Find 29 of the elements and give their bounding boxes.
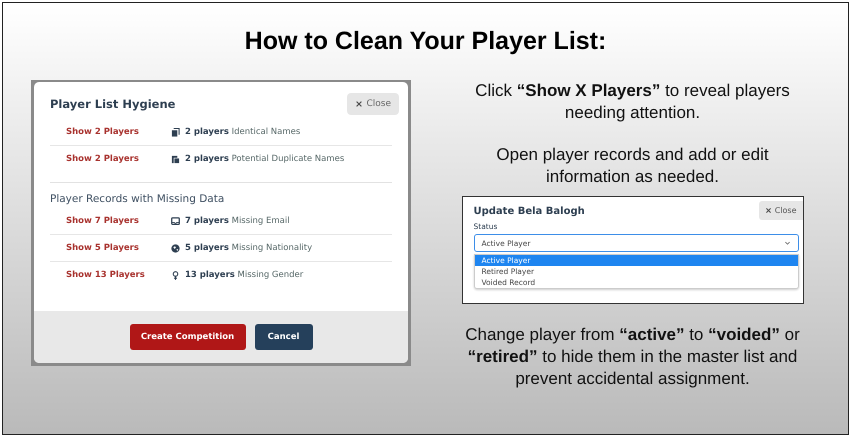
create-button[interactable]: Create Competition — [130, 324, 246, 350]
issue-description: 5 players Missing Nationality — [185, 243, 312, 253]
close-icon — [764, 207, 772, 214]
instruction-text: Click “Show X Players” to reveal players needing attention. — [474, 80, 791, 124]
close-button[interactable]: Close — [347, 93, 399, 115]
show-players-link[interactable]: Show 5 Players — [50, 243, 171, 253]
issue-description: 13 players Missing Gender — [185, 270, 304, 280]
chevron-icon — [784, 240, 790, 246]
copy-icon — [171, 154, 180, 164]
show-players-link[interactable]: Show 2 Players — [50, 154, 171, 164]
close-button[interactable]: Close — [758, 201, 802, 220]
issue-description: 2 players Identical Names — [185, 127, 300, 137]
show-players-link[interactable]: Show 7 Players — [50, 216, 171, 226]
dialog-title: Update Bela Balogh — [474, 206, 585, 217]
instruction-text: Open player records and add or edit information as needed. — [495, 144, 770, 188]
issue-description: 7 players Missing Email — [185, 216, 290, 226]
instruction-text: Change player from “active” to “voided” or “retired” to hide them in the master list and prevent accidental assignment. — [464, 324, 801, 390]
cancel-button[interactable]: Cancel — [254, 324, 312, 350]
dialog-title: Player List Hygiene — [50, 97, 176, 111]
copy-icon — [171, 128, 180, 136]
issue-description: 2 players Potential Duplicate Names — [185, 154, 344, 164]
show-players-link[interactable]: Show 13 Players — [50, 270, 171, 280]
female-icon — [171, 270, 180, 280]
slide-title: How to Clean Your Player List: — [244, 27, 608, 56]
inbox-icon — [171, 216, 180, 226]
show-players-link[interactable]: Show 2 Players — [50, 127, 171, 137]
section-heading: Player Records with Missing Data — [50, 193, 226, 205]
globe-icon — [171, 244, 180, 252]
close-icon — [355, 100, 364, 108]
